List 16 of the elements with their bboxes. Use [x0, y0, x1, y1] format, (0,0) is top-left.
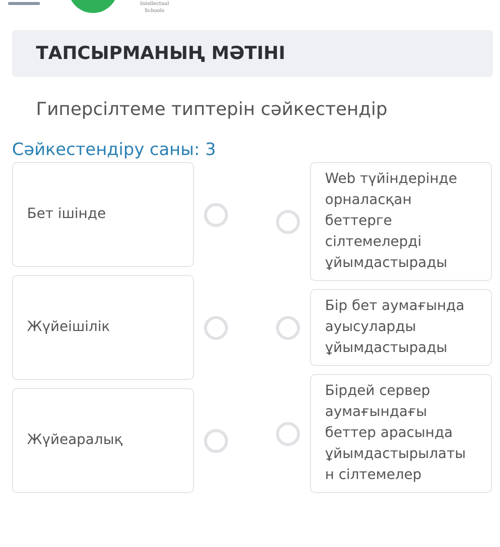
match-card[interactable]: Бір бет аумағында ауысуларды ұйымдастырады — [310, 289, 492, 366]
radio-button[interactable] — [276, 316, 300, 340]
radio-button[interactable] — [276, 210, 300, 234]
task-title: ТАПСЫРМАНЫҢ МӘТІНІ — [36, 43, 286, 64]
radio-button[interactable] — [276, 422, 300, 446]
radio-button[interactable] — [204, 428, 228, 452]
match-card[interactable]: Бет ішінде — [12, 162, 194, 267]
match-card[interactable]: Бірдей сервер аумағындағы беттер арасында ұйымдастырылаты н сілтемелер — [310, 374, 492, 493]
radio-button[interactable] — [204, 202, 228, 226]
instruction-text: Гиперсілтеме типтерін сәйкестендір — [36, 99, 388, 120]
match-count: Сәйкестендіру саны: 3 — [12, 140, 217, 160]
match-card[interactable]: Web түйіндерінде орналасқан беттерге сілтемелерді ұйымдастырады — [310, 162, 492, 281]
match-card[interactable]: Жүйеаралық — [12, 388, 194, 493]
radio-button[interactable] — [204, 316, 228, 340]
match-card[interactable]: Жүйеішілік — [12, 275, 194, 380]
menu-icon[interactable] — [8, 2, 40, 5]
